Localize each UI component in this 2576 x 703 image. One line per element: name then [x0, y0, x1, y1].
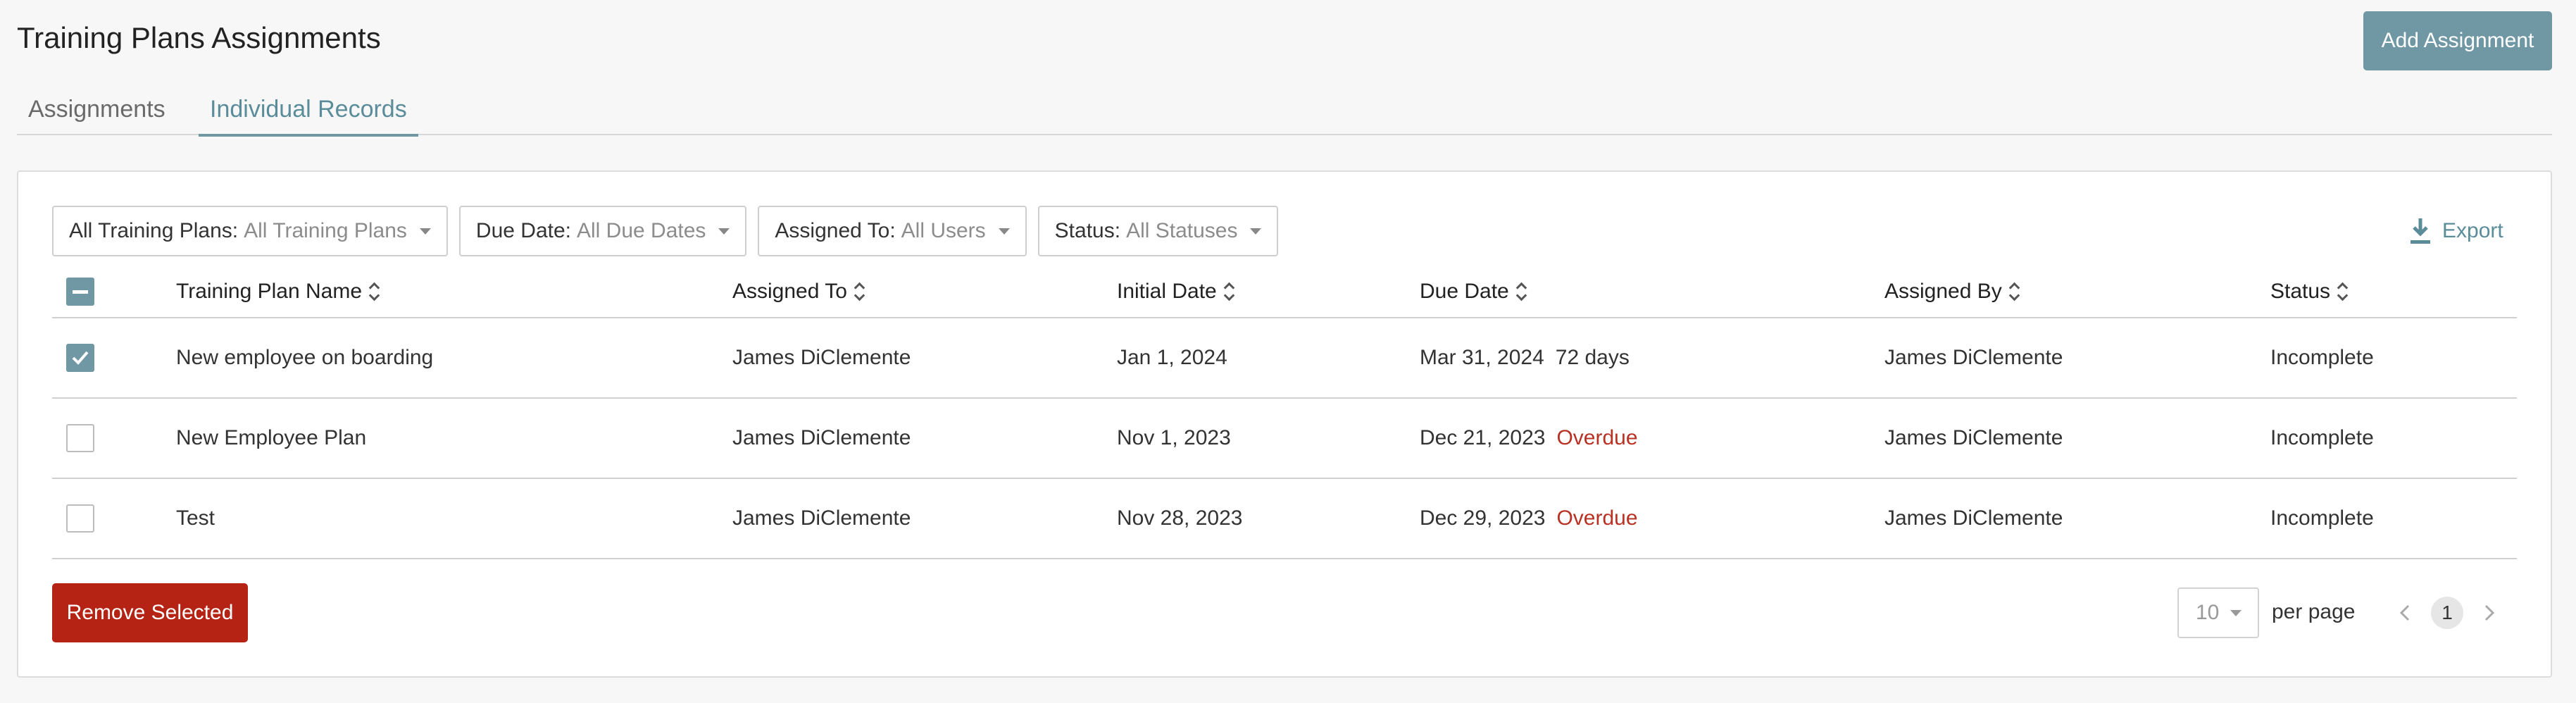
download-icon [2411, 218, 2430, 244]
filter-status[interactable]: Status: All Statuses [1037, 206, 1279, 256]
table-header-row: Training Plan Name Assigned To Initial D… [52, 266, 2517, 318]
row-checkbox[interactable] [66, 424, 94, 452]
column-header-label: Due Date [1420, 280, 1509, 303]
table-row[interactable]: New employee on boarding James DiClement… [52, 318, 2517, 399]
filter-due-date[interactable]: Due Date: All Due Dates [458, 206, 747, 256]
filter-bar: All Training Plans: All Training Plans D… [52, 206, 1279, 256]
overdue-label: Overdue [1556, 506, 1638, 530]
cell-assigned-by: James DiClemente [1884, 506, 2063, 530]
due-date-value: Mar 31, 2024 [1420, 346, 1544, 369]
filter-label: Status: [1054, 219, 1121, 242]
column-header-assigned-by[interactable]: Assigned By [1884, 266, 2019, 317]
filter-value: All Due Dates [577, 219, 706, 242]
add-assignment-button[interactable]: Add Assignment [2363, 11, 2552, 70]
cell-assigned-by: James DiClemente [1884, 346, 2063, 369]
column-header-initial-date[interactable]: Initial Date [1117, 266, 1234, 317]
row-checkbox[interactable] [66, 344, 94, 372]
filter-value: All Users [901, 219, 986, 242]
filter-label: Due Date: [475, 219, 571, 242]
column-header-due-date[interactable]: Due Date [1420, 266, 1526, 317]
cell-due-date: Mar 31, 2024 72 days [1420, 318, 1630, 397]
column-header-assigned-to[interactable]: Assigned To [732, 266, 864, 317]
cell-status: Incomplete [2270, 426, 2374, 449]
sort-icon [2337, 282, 2347, 301]
column-header-label: Training Plan Name [176, 280, 363, 303]
per-page-label: per page [2272, 600, 2356, 623]
filter-label: Assigned To: [775, 219, 896, 242]
per-page-value: 10 [2196, 601, 2220, 624]
check-icon [72, 351, 89, 365]
caret-down-icon [419, 228, 431, 235]
chevron-left-icon [2399, 604, 2410, 621]
export-label: Export [2442, 219, 2503, 242]
cell-name: Test [176, 506, 215, 530]
cell-initial-date: Nov 1, 2023 [1117, 426, 1231, 449]
column-header-label: Assigned To [732, 280, 847, 303]
filter-value: All Training Plans [244, 219, 407, 242]
due-days-remaining: 72 days [1555, 346, 1630, 369]
export-button[interactable]: Export [2408, 214, 2503, 248]
column-header-label: Assigned By [1884, 280, 2002, 303]
select-all-checkbox[interactable] [66, 278, 94, 306]
sort-icon [369, 282, 379, 301]
prev-page-button[interactable] [2397, 600, 2413, 626]
cell-assigned-to: James DiClemente [732, 426, 911, 449]
caret-down-icon [1250, 228, 1262, 235]
due-date-value: Dec 21, 2023 [1420, 426, 1546, 449]
sort-icon [1516, 282, 1526, 301]
tab-assignments[interactable]: Assignments [28, 89, 165, 135]
filter-training-plans[interactable]: All Training Plans: All Training Plans [52, 206, 448, 256]
tab-bar: Assignments Individual Records [17, 89, 2552, 137]
table-row[interactable]: New Employee Plan James DiClemente Nov 1… [52, 399, 2517, 479]
caret-down-icon [998, 228, 1010, 235]
remove-selected-button[interactable]: Remove Selected [52, 583, 248, 642]
caret-down-icon [2230, 609, 2242, 616]
page-title: Training Plans Assignments [17, 21, 381, 54]
cell-name: New employee on boarding [176, 346, 434, 369]
overdue-label: Overdue [1556, 426, 1638, 449]
column-header-status[interactable]: Status [2270, 266, 2347, 317]
cell-due-date: Dec 21, 2023 Overdue [1420, 399, 1638, 478]
per-page-select[interactable]: 10 [2177, 587, 2259, 638]
column-header-label: Initial Date [1117, 280, 1217, 303]
cell-due-date: Dec 29, 2023 Overdue [1420, 479, 1638, 558]
chevron-right-icon [2484, 604, 2495, 621]
tab-individual-records[interactable]: Individual Records [199, 89, 418, 137]
cell-initial-date: Nov 28, 2023 [1117, 506, 1243, 530]
sort-icon [854, 282, 864, 301]
row-checkbox[interactable] [66, 504, 94, 533]
pagination: 1 [2397, 596, 2497, 630]
cell-status: Incomplete [2270, 506, 2374, 530]
cell-assigned-to: James DiClemente [732, 506, 911, 530]
due-date-value: Dec 29, 2023 [1420, 506, 1546, 530]
filter-label: All Training Plans: [69, 219, 239, 242]
sort-icon [2009, 282, 2019, 301]
cell-name: New Employee Plan [176, 426, 367, 449]
cell-status: Incomplete [2270, 346, 2374, 369]
sort-icon [1224, 282, 1234, 301]
next-page-button[interactable] [2482, 600, 2497, 626]
records-table: Training Plan Name Assigned To Initial D… [52, 266, 2517, 559]
column-header-label: Status [2270, 280, 2331, 303]
page-number-current[interactable]: 1 [2431, 597, 2463, 629]
cell-initial-date: Jan 1, 2024 [1117, 346, 1227, 369]
table-row[interactable]: Test James DiClemente Nov 28, 2023 Dec 2… [52, 479, 2517, 559]
column-header-name[interactable]: Training Plan Name [176, 266, 379, 317]
cell-assigned-to: James DiClemente [732, 346, 911, 369]
caret-down-icon [718, 228, 730, 235]
filter-assigned-to[interactable]: Assigned To: All Users [758, 206, 1027, 256]
filter-value: All Statuses [1126, 219, 1238, 242]
cell-assigned-by: James DiClemente [1884, 426, 2063, 449]
